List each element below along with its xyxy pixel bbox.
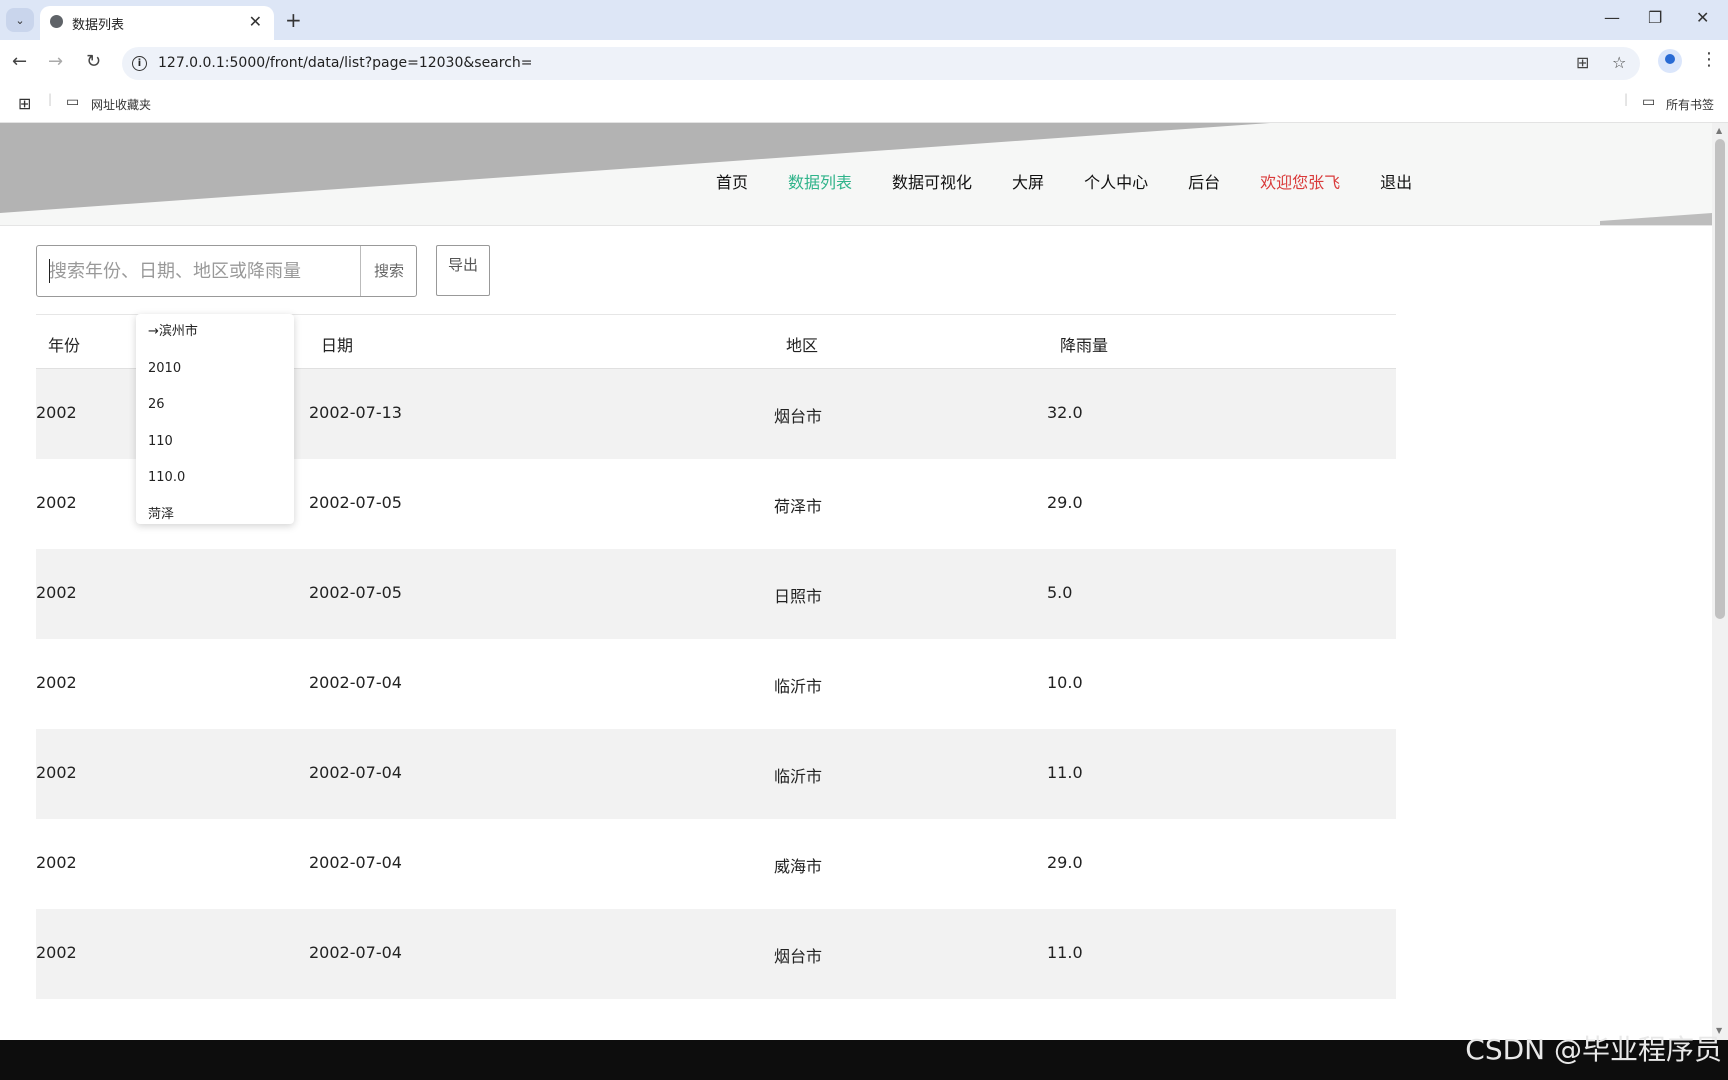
url-text[interactable]: 127.0.0.1:5000/front/data/list?page=1203… (158, 55, 533, 71)
forward-icon[interactable]: → (48, 51, 63, 72)
header-banner: 首页 数据列表 数据可视化 大屏 个人中心 后台 欢迎您张飞 退出 (0, 123, 1712, 225)
cell-year: 2002 (36, 583, 77, 602)
cell-region: 日照市 (774, 587, 823, 606)
bookmark-star-icon[interactable]: ☆ (1612, 53, 1626, 72)
cell-rainfall: 5.0 (1047, 583, 1073, 602)
cell-year: 2002 (36, 763, 77, 782)
table-row: 2002 2002-07-04 临沂市 10.0 (36, 639, 1396, 729)
table-row: 2002 2002-07-04 威海市 29.0 (36, 819, 1396, 909)
search-group: 搜索 (36, 245, 417, 297)
nav-personal-center[interactable]: 个人中心 (1084, 169, 1148, 193)
cell-region: 烟台市 (774, 947, 823, 966)
cell-rainfall: 11.0 (1047, 943, 1083, 962)
apps-grid-icon[interactable]: ⊞ (18, 94, 31, 113)
search-input[interactable] (37, 246, 359, 296)
cell-region: 临沂市 (774, 767, 823, 786)
table-row: 2002 2002-07-04 烟台市 11.0 (36, 909, 1396, 999)
page-scrollbar[interactable]: ▲ ▼ (1712, 123, 1728, 1040)
watermark-text: CSDN @毕业程序员 (1465, 1033, 1722, 1066)
table-row: 2002 2002-07-04 临沂市 11.0 (36, 729, 1396, 819)
export-button[interactable]: 导出 (436, 245, 490, 296)
search-button[interactable]: 搜索 (360, 246, 417, 296)
restore-icon[interactable]: ❐ (1648, 8, 1662, 27)
bookmark-folder-favorites[interactable]: 网址收藏夹 (91, 96, 151, 113)
header-rainfall: 降雨量 (1060, 336, 1109, 355)
window-close-icon[interactable]: ✕ (1696, 8, 1709, 27)
omnibox[interactable]: i 127.0.0.1:5000/front/data/list?page=12… (122, 47, 1640, 80)
site-info-icon[interactable]: i (132, 56, 147, 71)
autocomplete-item[interactable]: →滨州市 (136, 314, 294, 351)
cell-date: 2002-07-04 (309, 673, 402, 692)
autocomplete-item[interactable]: 26 (136, 387, 294, 424)
scroll-up-icon[interactable]: ▲ (1716, 126, 1722, 135)
web-page: 首页 数据列表 数据可视化 大屏 个人中心 后台 欢迎您张飞 退出 搜索 导出 … (0, 123, 1712, 1040)
nav-logout[interactable]: 退出 (1380, 169, 1412, 193)
cell-date: 2002-07-04 (309, 943, 402, 962)
bookmark-divider-right: | (1624, 92, 1629, 106)
cell-date: 2002-07-04 (309, 853, 402, 872)
tab-title: 数据列表 (72, 18, 125, 33)
autocomplete-item[interactable]: 110 (136, 424, 294, 461)
cell-region: 临沂市 (774, 677, 823, 696)
scrollbar-thumb[interactable] (1715, 139, 1725, 619)
cell-rainfall: 32.0 (1047, 403, 1083, 422)
reload-icon[interactable]: ↻ (86, 51, 101, 72)
tab-close-icon[interactable]: ✕ (249, 12, 262, 31)
translate-icon[interactable]: ⊞ (1576, 53, 1589, 72)
folder-icon: ▭ (1642, 94, 1656, 110)
cell-year: 2002 (36, 943, 77, 962)
header-year: 年份 (48, 336, 81, 355)
nav-data-list[interactable]: 数据列表 (788, 169, 852, 193)
all-bookmarks[interactable]: 所有书签 (1666, 96, 1714, 113)
nav-home[interactable]: 首页 (716, 169, 748, 193)
cell-year: 2002 (36, 493, 77, 512)
cell-rainfall: 29.0 (1047, 853, 1083, 872)
tab-search-dropdown-icon[interactable]: ⌄ (6, 8, 34, 32)
autocomplete-item[interactable]: 2010 (136, 351, 294, 388)
nav-admin[interactable]: 后台 (1188, 169, 1220, 193)
cell-rainfall: 10.0 (1047, 673, 1083, 692)
new-tab-icon[interactable]: + (285, 8, 302, 32)
cell-rainfall: 29.0 (1047, 493, 1083, 512)
address-toolbar: ← → ↻ i 127.0.0.1:5000/front/data/list?p… (0, 40, 1728, 86)
table-row: 2002 2002-07-05 日照市 5.0 (36, 549, 1396, 639)
cell-year: 2002 (36, 403, 77, 422)
top-navigation: 首页 数据列表 数据可视化 大屏 个人中心 后台 欢迎您张飞 退出 (716, 169, 1452, 193)
cell-region: 烟台市 (774, 407, 823, 426)
autocomplete-item[interactable]: 110.0 (136, 460, 294, 497)
cell-date: 2002-07-05 (309, 583, 402, 602)
browser-tab[interactable]: 数据列表 ✕ (40, 6, 274, 40)
browser-menu-icon[interactable]: ⋮ (1700, 49, 1718, 70)
back-icon[interactable]: ← (12, 51, 27, 72)
profile-avatar[interactable] (1658, 49, 1682, 73)
globe-icon (50, 15, 63, 28)
browser-tab-bar: ⌄ 数据列表 ✕ + — ❐ ✕ (0, 0, 1728, 40)
search-autocomplete-list: →滨州市 2010 26 110 110.0 菏泽 (136, 314, 294, 524)
header-region: 地区 (786, 336, 819, 355)
cell-year: 2002 (36, 673, 77, 692)
autocomplete-item[interactable]: 菏泽 (136, 497, 294, 534)
cell-year: 2002 (36, 853, 77, 872)
cell-date: 2002-07-13 (309, 403, 402, 422)
nav-visualization[interactable]: 数据可视化 (892, 169, 972, 193)
cell-region: 威海市 (774, 857, 823, 876)
text-caret (49, 259, 50, 283)
minimize-icon[interactable]: — (1604, 8, 1620, 27)
cell-date: 2002-07-04 (309, 763, 402, 782)
folder-icon: ▭ (66, 94, 80, 110)
nav-welcome-user[interactable]: 欢迎您张飞 (1260, 169, 1340, 193)
header-date: 日期 (321, 336, 354, 355)
bookmark-divider: | (48, 92, 53, 106)
cell-rainfall: 11.0 (1047, 763, 1083, 782)
cell-date: 2002-07-05 (309, 493, 402, 512)
bookmarks-bar: ⊞ | ▭ 网址收藏夹 | ▭ 所有书签 (0, 86, 1728, 123)
cell-region: 荷泽市 (774, 497, 823, 516)
nav-big-screen[interactable]: 大屏 (1012, 169, 1044, 193)
